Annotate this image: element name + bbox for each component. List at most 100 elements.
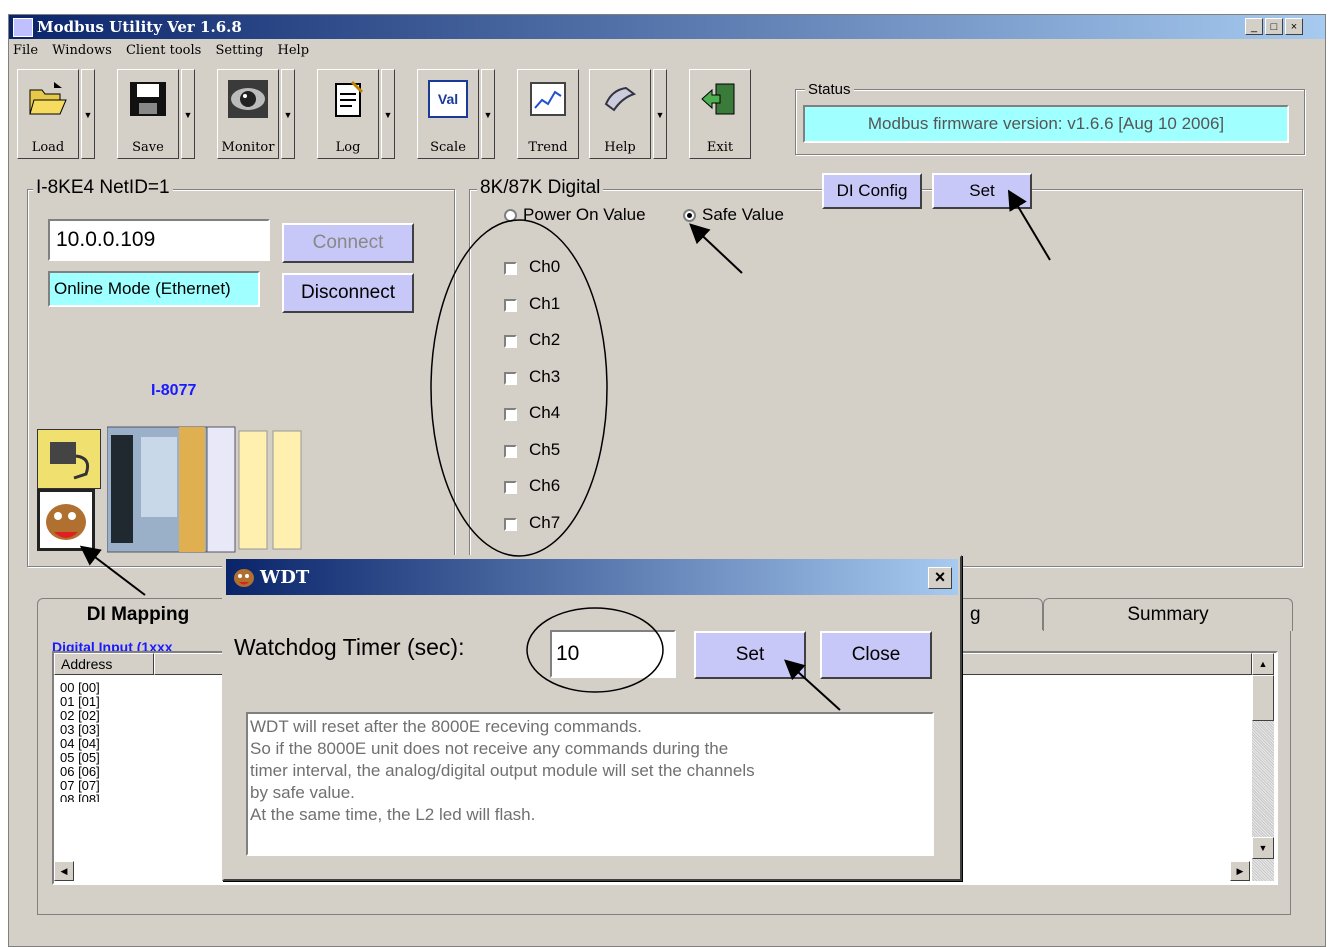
ch3-checkbox[interactable] — [504, 372, 517, 385]
app-icon — [13, 18, 33, 37]
menu-setting[interactable]: Setting — [215, 43, 263, 58]
mode-status: Online Mode (Ethernet) — [48, 271, 260, 307]
trend-button[interactable]: Trend — [517, 69, 579, 159]
scale-button[interactable]: Val Scale — [417, 69, 479, 159]
ch1-label: Ch1 — [529, 294, 561, 313]
maximize-button[interactable]: □ — [1265, 18, 1283, 35]
di-config-button[interactable]: DI Config — [822, 173, 922, 209]
radio-power-on[interactable] — [504, 209, 517, 222]
menu-client-tools[interactable]: Client tools — [126, 43, 201, 58]
address-column-header[interactable]: Address — [54, 653, 154, 675]
radio-safe-value[interactable] — [683, 209, 696, 222]
radio-safe-value-label: Safe Value — [702, 205, 784, 224]
scale-dropdown[interactable]: ▼ — [481, 69, 495, 159]
scroll-down-icon[interactable]: ▼ — [1252, 837, 1274, 859]
wdt-dialog: WDT × Watchdog Timer (sec): 10 Set Close… — [222, 555, 962, 881]
exit-button[interactable]: Exit — [689, 69, 751, 159]
list-item[interactable]: 07 [07] — [60, 779, 100, 792]
ch4-label: Ch4 — [529, 403, 561, 422]
ch5-label: Ch5 — [529, 440, 561, 459]
load-dropdown[interactable]: ▼ — [81, 69, 95, 159]
menu-help[interactable]: Help — [278, 43, 310, 58]
load-button[interactable]: Load — [17, 69, 79, 159]
ch2-checkbox[interactable] — [504, 335, 517, 348]
description-line: timer interval, the analog/digital outpu… — [250, 761, 755, 780]
tab-di-mapping[interactable]: DI Mapping — [37, 598, 239, 631]
watchdog-timer-label: Watchdog Timer (sec): — [234, 634, 465, 660]
val-scale-icon: Val — [428, 80, 468, 118]
help-button[interactable]: Help — [589, 69, 651, 159]
list-item[interactable]: 00 [00] — [60, 681, 100, 694]
tab-summary[interactable]: Summary — [1043, 598, 1293, 631]
trend-chart-icon — [530, 82, 566, 116]
scroll-up-icon[interactable]: ▲ — [1252, 653, 1274, 675]
vertical-scrollbar[interactable]: ▲ ▼ — [1252, 653, 1274, 881]
menu-file[interactable]: File — [13, 43, 38, 58]
connect-button[interactable]: Connect — [282, 223, 414, 263]
window-title: Modbus Utility Ver 1.6.8 — [37, 18, 242, 36]
ch2-label: Ch2 — [529, 330, 561, 349]
ip-address-field[interactable]: 10.0.0.109 — [48, 219, 270, 261]
exit-door-icon — [701, 83, 735, 115]
scroll-thumb[interactable] — [1252, 675, 1274, 721]
list-item[interactable]: 05 [05] — [60, 751, 100, 764]
ch6-checkbox[interactable] — [504, 481, 517, 494]
save-button[interactable]: Save — [117, 69, 179, 159]
eye-icon — [228, 80, 268, 118]
dog-icon — [234, 569, 254, 587]
wdt-title-bar: WDT × — [226, 559, 958, 595]
list-item[interactable]: 04 [04] — [60, 737, 100, 750]
digital-group-label: 8K/87K Digital — [477, 177, 604, 199]
ch7-label: Ch7 — [529, 513, 561, 532]
digital-set-button[interactable]: Set — [932, 173, 1032, 209]
menu-windows[interactable]: Windows — [52, 43, 112, 58]
log-button[interactable]: Log — [317, 69, 379, 159]
ch5-checkbox[interactable] — [504, 445, 517, 458]
scroll-left-icon[interactable]: ◀ — [54, 861, 74, 881]
floppy-disk-icon — [130, 82, 166, 116]
close-button[interactable]: × — [1285, 18, 1303, 35]
wdt-close-button[interactable]: Close — [820, 631, 932, 679]
wdt-set-button[interactable]: Set — [694, 631, 806, 679]
scroll-help-icon — [604, 86, 637, 112]
monitor-button[interactable]: Monitor — [217, 69, 279, 159]
menu-bar: File Windows Client tools Setting Help — [9, 43, 315, 63]
save-dropdown[interactable]: ▼ — [181, 69, 195, 159]
device-group-label: I-8KE4 NetID=1 — [33, 177, 173, 199]
ch6-label: Ch6 — [529, 476, 561, 495]
list-item[interactable]: 01 [01] — [60, 695, 100, 708]
log-dropdown[interactable]: ▼ — [381, 69, 395, 159]
monitor-dropdown[interactable]: ▼ — [281, 69, 295, 159]
list-item[interactable]: 06 [06] — [60, 765, 100, 778]
status-label: Status — [805, 81, 854, 98]
list-item[interactable]: 03 [03] — [60, 723, 100, 736]
controller-image — [106, 417, 307, 557]
wdt-title: WDT — [260, 567, 310, 588]
wdt-close-x-button[interactable]: × — [928, 567, 952, 589]
help-dropdown[interactable]: ▼ — [653, 69, 667, 159]
description-line: At the same time, the L2 led will flash. — [250, 805, 536, 824]
ch7-checkbox[interactable] — [504, 518, 517, 531]
watchdog-timer-input[interactable]: 10 — [550, 630, 676, 678]
folder-open-icon — [29, 82, 67, 115]
ch0-checkbox[interactable] — [504, 262, 517, 275]
ch4-checkbox[interactable] — [504, 408, 517, 421]
description-line: So if the 8000E unit does not receive an… — [250, 739, 729, 758]
disconnect-button[interactable]: Disconnect — [282, 273, 414, 313]
ch1-checkbox[interactable] — [504, 299, 517, 312]
status-text: Modbus firmware version: v1.6.6 [Aug 10 … — [803, 105, 1289, 143]
list-item[interactable]: 08 [08] — [60, 793, 100, 802]
scroll-right-icon[interactable]: ▶ — [1230, 861, 1250, 881]
description-line: WDT will reset after the 8000E receving … — [250, 717, 642, 736]
list-item[interactable]: 02 [02] — [60, 709, 100, 722]
wdt-dog-icon[interactable] — [37, 489, 95, 551]
digital-group — [469, 189, 1303, 567]
notepad-icon — [335, 80, 364, 117]
minimize-button[interactable]: _ — [1245, 18, 1263, 35]
description-line: by safe value. — [250, 783, 355, 802]
serial-connect-icon[interactable] — [37, 429, 101, 489]
model-label: I-8077 — [151, 382, 197, 399]
tab-partial[interactable]: g — [949, 598, 1043, 630]
ch3-label: Ch3 — [529, 367, 561, 386]
wdt-description: WDT will reset after the 8000E receving … — [246, 712, 934, 856]
